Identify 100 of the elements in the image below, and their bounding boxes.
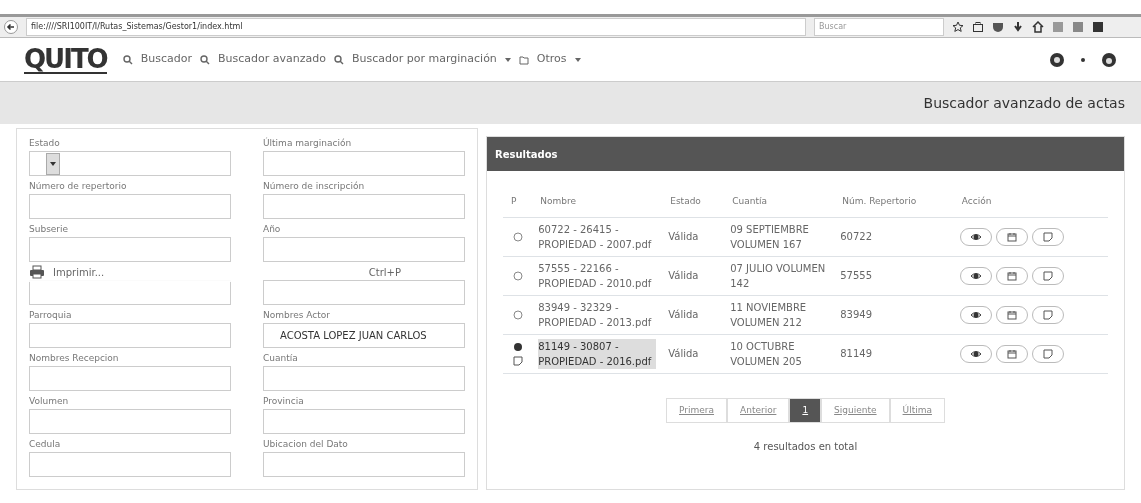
radio-button[interactable] xyxy=(512,309,523,320)
address-field[interactable]: file:////SRI100IT/I/Rutas_Sistemas/Gestor1/index.html xyxy=(26,18,806,36)
table-cell: Válida xyxy=(662,295,725,334)
calendar-icon xyxy=(1006,309,1017,320)
table-cell: 81149 xyxy=(834,334,954,373)
folder-icon xyxy=(518,54,529,65)
table-cell: Válida xyxy=(662,217,725,256)
search-icon xyxy=(334,54,344,65)
back-icon[interactable] xyxy=(4,20,18,34)
column-header: Nombre xyxy=(532,187,663,217)
home-icon[interactable] xyxy=(1032,21,1044,33)
table-cell: 07 JULIO VOLUMEN 142 xyxy=(724,256,835,295)
table-cell: 10 OCTUBRE VOLUMEN 205 xyxy=(724,334,835,373)
input-field[interactable] xyxy=(263,280,465,305)
download-icon[interactable] xyxy=(1012,21,1024,33)
eye-icon xyxy=(970,348,981,359)
input-field[interactable] xyxy=(29,237,231,262)
input-field[interactable] xyxy=(263,409,465,434)
field-label: Subserie xyxy=(29,223,70,236)
field-label: Cuantía xyxy=(263,352,299,365)
field-label: Estado xyxy=(29,137,61,150)
field-label: Cedula xyxy=(29,438,62,451)
input-field[interactable] xyxy=(29,323,231,348)
field-label: Volumen xyxy=(29,395,70,408)
field-label: Año xyxy=(263,223,282,236)
document-button[interactable] xyxy=(1031,227,1064,246)
input-field[interactable] xyxy=(29,409,231,434)
input-field[interactable] xyxy=(29,452,231,477)
input-field[interactable] xyxy=(29,194,231,219)
document-button[interactable] xyxy=(1031,266,1064,285)
file-name-link[interactable]: 83949 - 32329 - PROPIEDAD - 2013.pdf xyxy=(538,299,657,330)
document-button[interactable] xyxy=(1031,344,1064,363)
input-field[interactable] xyxy=(263,237,465,262)
document-button[interactable] xyxy=(1031,305,1064,324)
page-link[interactable]: 1 xyxy=(789,397,822,423)
document-icon xyxy=(1042,309,1053,320)
document-icon xyxy=(1042,231,1053,242)
eye-icon xyxy=(970,309,981,320)
shield-icon[interactable] xyxy=(992,21,1004,33)
nav-link[interactable]: Otros xyxy=(536,51,581,68)
calendar-icon xyxy=(1006,231,1017,242)
field-label: Nombres Recepcion xyxy=(29,352,120,365)
column-header: Núm. Repertorio xyxy=(834,187,954,217)
field-label: Parroquia xyxy=(29,309,73,322)
view-button[interactable] xyxy=(959,266,992,285)
eye-icon xyxy=(970,231,981,242)
logo[interactable]: QUITO xyxy=(24,45,107,74)
nav-link[interactable]: Buscador por marginación xyxy=(352,51,511,68)
page-link[interactable]: Última xyxy=(889,397,945,423)
input-field[interactable] xyxy=(263,151,465,176)
nav-link[interactable]: Buscador avanzado xyxy=(218,51,326,68)
printer-icon xyxy=(29,265,45,279)
input-field[interactable] xyxy=(263,366,465,391)
page-link[interactable]: Primera xyxy=(666,397,728,423)
view-button[interactable] xyxy=(959,227,992,246)
calendar-button[interactable] xyxy=(995,305,1028,324)
view-button[interactable] xyxy=(959,344,992,363)
panel-header: Resultados xyxy=(487,137,1124,171)
briefcase-icon[interactable] xyxy=(972,21,984,33)
radio-button[interactable] xyxy=(512,231,523,242)
calendar-button[interactable] xyxy=(995,344,1028,363)
table-cell: 60722 xyxy=(834,217,954,256)
input-field[interactable] xyxy=(263,452,465,477)
document-icon xyxy=(1042,348,1053,359)
file-name-link[interactable]: 60722 - 26415 - PROPIEDAD - 2007.pdf xyxy=(538,221,657,252)
table-cell: 11 NOVIEMBRE VOLUMEN 212 xyxy=(724,295,835,334)
table-cell: Válida xyxy=(662,256,725,295)
field-label: Número de inscripción xyxy=(263,180,366,193)
calendar-button[interactable] xyxy=(995,266,1028,285)
column-header: Estado xyxy=(662,187,725,217)
nav-link[interactable]: Buscador xyxy=(140,51,192,68)
input-field[interactable] xyxy=(29,366,231,391)
view-button[interactable] xyxy=(959,305,992,324)
page-title: Buscador avanzado de actas xyxy=(923,93,1125,113)
input-field[interactable] xyxy=(29,280,231,305)
input-field[interactable]: ACOSTA LOPEZ JUAN CARLOS xyxy=(263,323,465,348)
radio-button[interactable] xyxy=(512,270,523,281)
search-icon xyxy=(200,54,210,65)
input-field[interactable] xyxy=(263,194,465,219)
select-field[interactable] xyxy=(29,151,231,176)
table-cell: 09 SEPTIEMBRE VOLUMEN 167 xyxy=(724,217,835,256)
results-count: 4 resultados en total xyxy=(753,441,858,452)
column-header: Acción xyxy=(953,187,1108,217)
file-name-link[interactable]: 81149 - 30807 - PROPIEDAD - 2016.pdf xyxy=(538,338,657,369)
star-icon[interactable] xyxy=(952,21,964,33)
field-label: Provincia xyxy=(263,395,305,408)
table-cell: Válida xyxy=(662,334,725,373)
radio-button[interactable] xyxy=(512,341,523,352)
calendar-button[interactable] xyxy=(995,227,1028,246)
table-cell: 57555 xyxy=(834,256,954,295)
page-link[interactable]: Siguiente xyxy=(821,397,890,423)
search-icon xyxy=(122,54,133,65)
file-name-link[interactable]: 57555 - 22166 - PROPIEDAD - 2010.pdf xyxy=(538,260,657,291)
field-label: Ubicacion del Dato xyxy=(263,438,349,451)
calendar-icon xyxy=(1006,348,1017,359)
field-label: Número de repertorio xyxy=(29,180,128,193)
calendar-icon xyxy=(1006,270,1017,281)
menu-label: Imprimir... xyxy=(53,265,105,280)
page-link[interactable]: Anterior xyxy=(727,397,790,423)
square-icon[interactable] xyxy=(1092,21,1104,33)
